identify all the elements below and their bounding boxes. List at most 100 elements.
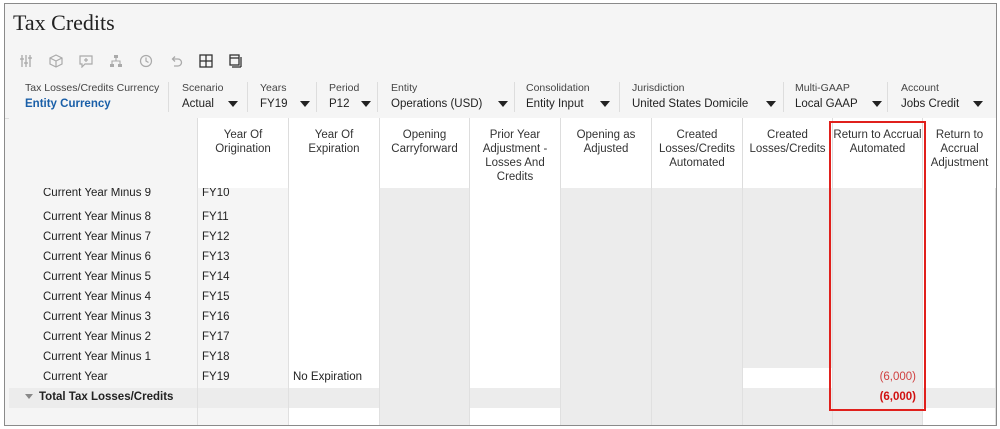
expiration-cell[interactable] (289, 308, 380, 328)
pov-value[interactable]: Actual (182, 98, 238, 110)
column-header[interactable]: Created Losses/Credits Automated (652, 118, 743, 192)
data-cell (743, 288, 833, 308)
cube-icon[interactable] (41, 50, 71, 72)
data-cell[interactable] (470, 348, 561, 368)
pov-value-text: Local GAAP (795, 98, 858, 110)
pov-account[interactable]: Account Jobs Credit (901, 82, 984, 110)
rta-cell (833, 348, 923, 368)
pov-value-text: FY19 (260, 98, 288, 110)
pov-value[interactable]: Entity Currency (25, 98, 159, 110)
data-cell[interactable] (923, 368, 996, 388)
column-header[interactable]: Prior Year Adjustment - Losses And Credi… (470, 118, 561, 192)
column-header[interactable]: Opening Carryforward (380, 118, 470, 192)
hierarchy-icon[interactable] (101, 50, 131, 72)
pov-value[interactable]: Local GAAP (795, 98, 882, 110)
column-header[interactable]: Opening as Adjusted (561, 118, 652, 192)
pov-label: Period (329, 82, 360, 94)
data-cell (743, 188, 833, 208)
data-cell (743, 248, 833, 268)
pov-years[interactable]: Years FY19 (260, 82, 310, 110)
divider (619, 82, 620, 112)
data-cell[interactable] (470, 288, 561, 308)
data-cell[interactable] (470, 308, 561, 328)
expiration-cell[interactable] (289, 248, 380, 268)
chevron-down-icon[interactable] (227, 101, 238, 107)
data-grid: Year Of Origination Year Of Expiration O… (9, 118, 996, 425)
total-row: Total Tax Losses/Credits (6,000) (9, 388, 996, 409)
expiration-cell[interactable] (289, 328, 380, 348)
pov-scenario[interactable]: Scenario Actual (182, 82, 238, 110)
comment-icon[interactable] (71, 50, 101, 72)
pov-value[interactable]: Operations (USD) (391, 98, 509, 110)
data-cell (561, 228, 652, 248)
undo-icon[interactable] (161, 50, 191, 72)
row-label: Current Year Minus 8 (9, 208, 198, 228)
data-cell[interactable] (923, 328, 996, 348)
column-header[interactable]: Created Losses/Credits (743, 118, 833, 192)
column-header[interactable]: Return to Accrual Adjustment (923, 118, 996, 192)
data-cell[interactable] (923, 248, 996, 268)
total-rta-cell: (6,000) (833, 388, 923, 408)
chevron-down-icon[interactable] (498, 101, 509, 107)
pov-label: Account (901, 82, 939, 94)
data-cell[interactable] (470, 328, 561, 348)
data-cell[interactable] (470, 208, 561, 228)
data-cell[interactable] (470, 228, 561, 248)
pov-value[interactable]: Jobs Credit (901, 98, 984, 110)
pov-multigaap[interactable]: Multi-GAAP Local GAAP (795, 82, 882, 110)
pov-value-text: P12 (329, 98, 350, 110)
data-cell[interactable] (923, 288, 996, 308)
sliders-icon[interactable] (11, 50, 41, 72)
table-row: Current Year Minus 1 FY18 (9, 348, 996, 369)
expiration-cell[interactable] (289, 228, 380, 248)
data-cell (380, 188, 470, 208)
chevron-down-icon[interactable] (973, 101, 984, 107)
data-cell[interactable] (923, 348, 996, 368)
data-cell[interactable] (923, 228, 996, 248)
history-icon[interactable] (131, 50, 161, 72)
pov-jurisdiction[interactable]: Jurisdiction United States Domicile (632, 82, 777, 110)
data-cell[interactable] (923, 308, 996, 328)
expiration-cell[interactable] (289, 188, 380, 208)
expiration-cell[interactable] (289, 208, 380, 228)
origination-cell: FY18 (198, 348, 289, 368)
expiration-cell[interactable] (289, 348, 380, 368)
pov-value[interactable]: P12 (329, 98, 372, 110)
rta-cell (833, 268, 923, 288)
data-cell[interactable] (470, 248, 561, 268)
data-cell (561, 208, 652, 228)
chevron-down-icon[interactable] (871, 101, 882, 107)
pov-currency[interactable]: Tax Losses/Credits Currency Entity Curre… (25, 82, 159, 110)
chevron-down-icon[interactable] (361, 101, 372, 107)
data-cell[interactable] (923, 188, 996, 208)
column-header[interactable]: Year Of Origination (198, 118, 289, 192)
pov-consolidation[interactable]: Consolidation Entity Input (526, 82, 610, 110)
pov-value[interactable]: FY19 (260, 98, 310, 110)
chevron-down-icon[interactable] (299, 101, 310, 107)
expiration-cell[interactable]: No Expiration (289, 368, 380, 388)
pov-entity[interactable]: Entity Operations (USD) (391, 82, 509, 110)
freeze-panes-icon[interactable] (221, 50, 251, 72)
grid-icon[interactable] (191, 50, 221, 72)
pov-value[interactable]: Entity Input (526, 98, 610, 110)
collapse-triangle-icon[interactable] (25, 394, 33, 400)
expiration-cell[interactable] (289, 268, 380, 288)
data-cell[interactable] (470, 188, 561, 208)
column-header[interactable]: Return to Accrual Automated (833, 118, 923, 192)
total-label[interactable]: Total Tax Losses/Credits (9, 388, 198, 408)
chevron-down-icon[interactable] (766, 101, 777, 107)
row-header-corner (9, 118, 198, 192)
data-cell (380, 268, 470, 288)
pov-period[interactable]: Period P12 (329, 82, 372, 110)
column-header[interactable]: Year Of Expiration (289, 118, 380, 192)
table-row: Current Year Minus 4 FY15 (9, 288, 996, 309)
pov-value[interactable]: United States Domicile (632, 98, 777, 110)
data-cell[interactable] (923, 268, 996, 288)
data-cell[interactable] (743, 368, 833, 388)
data-cell[interactable] (470, 368, 561, 388)
pov-value-text: Entity Input (526, 98, 584, 110)
expiration-cell[interactable] (289, 288, 380, 308)
data-cell[interactable] (470, 268, 561, 288)
data-cell[interactable] (923, 208, 996, 228)
chevron-down-icon[interactable] (599, 101, 610, 107)
